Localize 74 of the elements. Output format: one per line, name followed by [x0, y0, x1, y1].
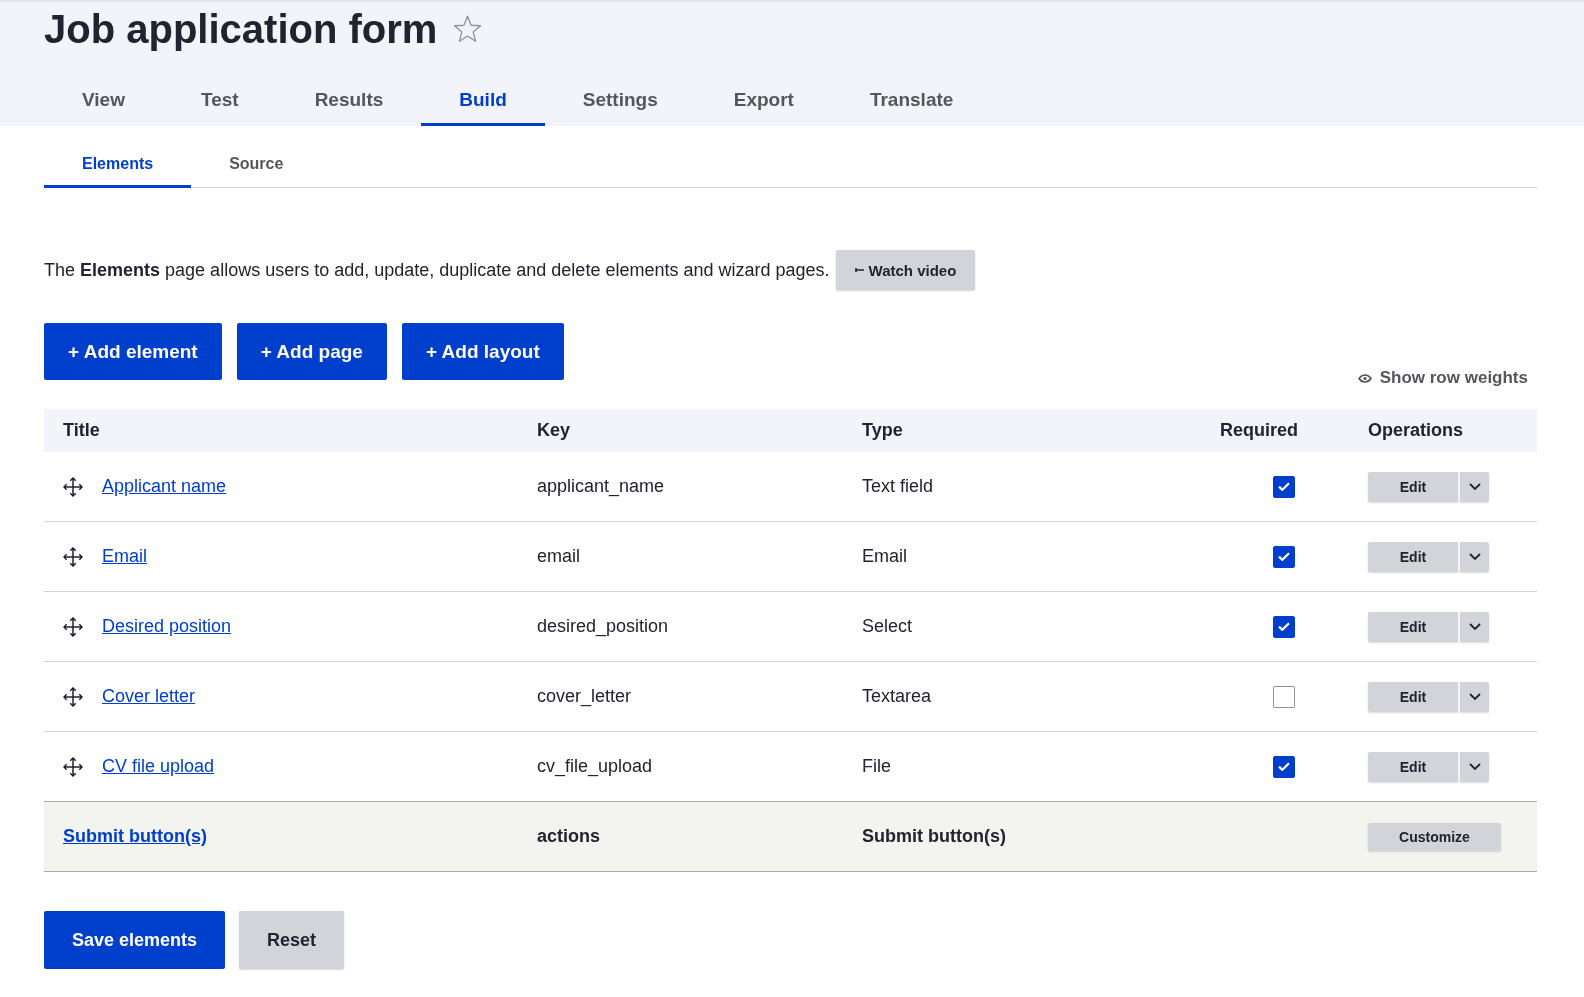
drag-handle-icon[interactable]: [63, 756, 83, 777]
reset-button[interactable]: Reset: [239, 911, 345, 969]
chevron-down-icon: [1468, 483, 1481, 490]
table-cell-text: Select: [861, 616, 914, 637]
table-cell-text: File: [861, 756, 892, 777]
checkmark-icon: [1278, 622, 1290, 631]
dropdown-toggle-button[interactable]: [1460, 751, 1489, 782]
secondary-tab[interactable]: Elements: [44, 140, 192, 188]
line-marker-icon: [854, 267, 864, 273]
checkbox[interactable]: [1273, 545, 1295, 568]
eye-icon: [1357, 373, 1372, 383]
table-cell-text: Submit button(s): [861, 826, 1007, 847]
drag-handle-icon[interactable]: [63, 546, 83, 567]
chevron-down-icon: [1468, 693, 1481, 700]
checkbox[interactable]: [1273, 615, 1295, 638]
add-button[interactable]: + Add page: [236, 323, 387, 380]
drag-handle-icon[interactable]: [63, 616, 83, 637]
watch-video-button[interactable]: Watch video: [835, 250, 976, 290]
element-title-link[interactable]: Applicant name: [102, 476, 227, 497]
column-header: Required: [1219, 420, 1299, 441]
edit-button[interactable]: Edit: [1368, 541, 1458, 572]
primary-tab[interactable]: Build: [421, 74, 545, 126]
element-title-link[interactable]: Email: [102, 546, 147, 567]
element-title-link[interactable]: Cover letter: [102, 686, 196, 707]
table-cell-text: Textarea: [861, 686, 933, 707]
secondary-tab[interactable]: Source: [191, 140, 322, 188]
page-title: Job application form: [44, 6, 438, 52]
checkmark-icon: [1278, 762, 1290, 771]
primary-tab[interactable]: Test: [162, 74, 277, 126]
column-header: Operations: [1367, 420, 1465, 441]
edit-button[interactable]: Edit: [1368, 751, 1458, 782]
element-title-link[interactable]: Submit button(s): [63, 826, 207, 846]
table-cell-text: email: [536, 546, 581, 567]
table-cell-text: actions: [536, 826, 602, 847]
dropdown-toggle-button[interactable]: [1460, 611, 1489, 642]
drag-handle-icon[interactable]: [63, 476, 83, 497]
dropdown-toggle-button[interactable]: [1460, 541, 1489, 572]
edit-button[interactable]: Edit: [1368, 681, 1458, 712]
table-cell-text: cv_file_upload: [536, 756, 654, 777]
add-button[interactable]: + Add layout: [401, 323, 564, 380]
column-header: Title: [62, 420, 101, 441]
checkmark-icon: [1278, 482, 1290, 491]
chevron-down-icon: [1468, 763, 1481, 770]
primary-tab[interactable]: Settings: [544, 74, 696, 126]
drag-handle-icon[interactable]: [63, 686, 83, 707]
edit-button[interactable]: Edit: [1368, 611, 1458, 642]
checkbox[interactable]: [1273, 685, 1295, 708]
table-cell-text: desired_position: [536, 616, 670, 637]
primary-tab[interactable]: Translate: [831, 74, 992, 126]
edit-button[interactable]: Edit: [1368, 471, 1458, 502]
column-header: Type: [861, 420, 904, 441]
primary-tab[interactable]: View: [44, 74, 163, 126]
table-cell-text: Text field: [861, 476, 935, 497]
primary-tab[interactable]: Results: [276, 74, 422, 126]
element-title-link[interactable]: CV file upload: [102, 756, 215, 777]
table-cell-text: cover_letter: [536, 686, 633, 707]
show-row-weights-link[interactable]: Show row weights: [1357, 368, 1537, 388]
dropdown-toggle-button[interactable]: [1460, 681, 1489, 712]
customize-button[interactable]: Customize: [1368, 822, 1501, 851]
add-button[interactable]: + Add element: [44, 323, 222, 380]
table-cell-text: applicant_name: [536, 476, 666, 497]
dropdown-toggle-button[interactable]: [1460, 471, 1489, 502]
chevron-down-icon: [1468, 553, 1481, 560]
checkbox[interactable]: [1273, 755, 1295, 778]
save-button[interactable]: Save elements: [44, 911, 226, 969]
element-title-link[interactable]: Desired position: [102, 616, 232, 637]
checkbox[interactable]: [1273, 475, 1295, 498]
primary-tab[interactable]: Export: [695, 74, 832, 126]
checkmark-icon: [1278, 552, 1290, 561]
chevron-down-icon: [1468, 623, 1481, 630]
description-text: The Elements page allows users to add, update, duplicate and delete elements and wizard pages.: [44, 259, 830, 282]
table-cell-text: Email: [861, 546, 908, 567]
column-header: Key: [536, 420, 572, 441]
star-icon[interactable]: [453, 15, 483, 43]
